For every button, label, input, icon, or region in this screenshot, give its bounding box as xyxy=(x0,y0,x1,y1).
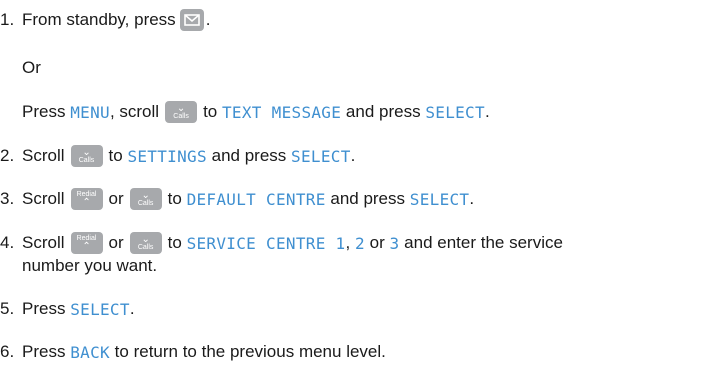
step-number: 1. xyxy=(0,10,15,29)
chevron-down-icon: ⌄ xyxy=(141,190,150,201)
menu-target: TEXT MESSAGE xyxy=(221,102,342,122)
scroll-down-calls-key-icon: ⌄ Calls xyxy=(70,145,103,167)
select-label: SELECT xyxy=(70,299,130,319)
menu-label: MENU xyxy=(70,102,110,122)
menu-target: SERVICE CENTRE 1 xyxy=(186,233,346,253)
step-5: 5. Press SELECT. xyxy=(0,299,135,319)
step-1: 1. From standby, press . xyxy=(0,9,211,31)
scroll-up-redial-key-icon: Redial ⌃ xyxy=(70,232,103,254)
envelope-icon xyxy=(183,14,200,26)
chevron-down-icon: ⌄ xyxy=(141,234,150,245)
envelope-key-icon xyxy=(179,9,204,31)
select-label: SELECT xyxy=(291,146,351,166)
step-number: 4. xyxy=(0,233,15,252)
step-text: From standby, press xyxy=(22,10,176,29)
step-4: 4. Scroll Redial ⌃ or ⌄ Calls to SERVICE C… xyxy=(0,232,563,254)
chevron-down-icon: ⌄ xyxy=(82,147,91,158)
chevron-down-icon: ⌄ xyxy=(176,103,186,114)
option-2: 2 xyxy=(354,233,365,253)
scroll-down-calls-key-icon: ⌄ Calls xyxy=(129,188,162,210)
step-number: 5. xyxy=(0,299,15,318)
select-label: SELECT xyxy=(425,102,485,122)
scroll-down-calls-key-icon: ⌄ Calls xyxy=(165,101,198,123)
step-3: 3. Scroll Redial ⌃ or ⌄ Calls to DEFAULT C… xyxy=(0,188,475,210)
scroll-down-calls-key-icon: ⌄ Calls xyxy=(129,232,162,254)
step-4-continued: number you want. xyxy=(22,256,158,275)
option-3: 3 xyxy=(389,233,400,253)
select-label: SELECT xyxy=(409,189,470,209)
scroll-up-redial-key-icon: Redial ⌃ xyxy=(70,188,103,210)
menu-target: SETTINGS xyxy=(127,146,207,166)
step-1-alt: Press MENU, scroll ⌄ Calls to TEXT MESSAG… xyxy=(22,101,490,123)
back-label: BACK xyxy=(70,342,110,362)
menu-target: DEFAULT CENTRE xyxy=(186,189,326,209)
step-number: 2. xyxy=(0,146,15,165)
chevron-up-icon: ⌃ xyxy=(82,241,91,252)
step-2: 2. Scroll ⌄ Calls to SETTINGS and press S… xyxy=(0,145,356,167)
step-number: 3. xyxy=(0,189,15,208)
step-number: 6. xyxy=(0,342,15,361)
step-1-or: Or xyxy=(22,58,41,77)
step-6: 6. Press BACK to return to the previous … xyxy=(0,342,386,362)
chevron-up-icon: ⌃ xyxy=(82,197,91,208)
